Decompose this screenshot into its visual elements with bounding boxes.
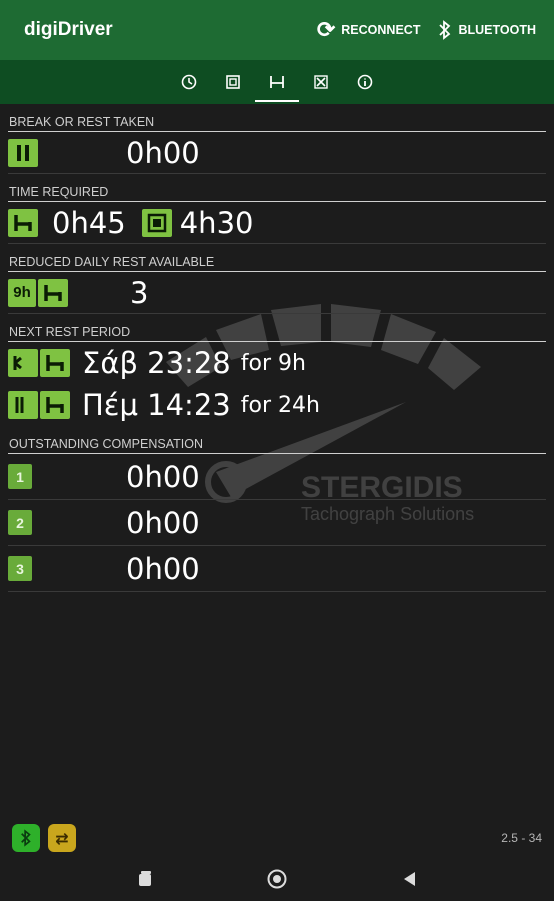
next-rest-duration: for 9h [240, 350, 306, 376]
rest-symbol-icon [40, 349, 70, 377]
bluetooth-button[interactable]: BLUETOOTH [438, 20, 536, 40]
next-rest-duration: for 24h [240, 392, 320, 418]
tab-rest[interactable] [255, 60, 299, 104]
rest-content: BREAK OR REST TAKEN 0h00 TIME REQUIRED 0… [8, 104, 546, 592]
app-bar: digiDriver ⟳ RECONNECT BLUETOOTH [0, 0, 554, 60]
work-icon [226, 75, 240, 89]
break-value: 0h00 [126, 135, 200, 170]
refresh-icon: ⟳ [316, 17, 336, 42]
rest-symbol-icon [40, 391, 70, 419]
recents-icon [139, 870, 151, 886]
bluetooth-icon [21, 829, 31, 847]
home-button[interactable] [267, 869, 287, 889]
compensation-number-badge: 2 [8, 510, 32, 535]
break-icon [8, 138, 38, 167]
footer-status: ⇄ [12, 824, 76, 852]
sync-status-button[interactable]: ⇄ [48, 824, 76, 852]
rest-required-value: 0h45 [52, 205, 126, 240]
recents-button[interactable] [135, 869, 155, 889]
app-version: 2.5 - 34 [501, 831, 542, 845]
app-title: digiDriver [24, 19, 113, 40]
compensation-value: 0h00 [126, 551, 200, 586]
tab-work[interactable] [218, 60, 248, 104]
system-nav-bar [0, 856, 554, 901]
section-title-required: TIME REQUIRED [8, 174, 546, 202]
compensation-value: 0h00 [126, 459, 200, 494]
bluetooth-icon [439, 20, 451, 40]
bluetooth-status-button[interactable] [12, 824, 40, 852]
compensation-row: 2 0h00 [8, 500, 546, 546]
daily-rest-icon [8, 349, 38, 377]
tab-info[interactable] [350, 60, 380, 104]
section-title-reduced: REDUCED DAILY REST AVAILABLE [8, 244, 546, 272]
next-rest-row: Σάβ 23:28 for 9h [8, 342, 546, 384]
clock-icon [181, 74, 197, 90]
tab-clock[interactable] [174, 60, 204, 104]
work-symbol-icon [141, 208, 172, 237]
bluetooth-label: BLUETOOTH [458, 23, 536, 37]
reconnect-button[interactable]: ⟳ RECONNECT [317, 19, 421, 41]
break-row: 0h00 [8, 132, 546, 174]
tab-bar [0, 60, 554, 104]
time-required-row: 0h45 4h30 [8, 202, 546, 244]
work-required-value: 4h30 [179, 205, 254, 240]
next-rest-daytime: Πέμ 14:23 [82, 388, 231, 422]
compensation-row: 1 0h00 [8, 454, 546, 500]
section-title-break: BREAK OR REST TAKEN [8, 104, 546, 132]
home-icon [267, 869, 287, 888]
next-rest-daytime: Σάβ 23:28 [82, 346, 231, 380]
rest-symbol-icon [8, 208, 38, 237]
compensation-number-badge: 3 [8, 556, 32, 581]
weekly-rest-icon [8, 391, 38, 419]
reconnect-label: RECONNECT [341, 23, 421, 37]
reduced-rest-count: 3 [130, 275, 149, 310]
reduced-rest-row: 9h 3 [8, 272, 546, 314]
tab-tools[interactable] [306, 60, 336, 104]
back-icon [404, 871, 415, 886]
nine-hour-badge: 9h [8, 278, 36, 307]
section-title-compensation: OUTSTANDING COMPENSATION [8, 426, 546, 454]
tools-icon [314, 75, 328, 89]
compensation-row: 3 0h00 [8, 546, 546, 592]
next-rest-row: Πέμ 14:23 for 24h [8, 384, 546, 426]
info-icon [357, 74, 373, 90]
rest-symbol-icon [38, 278, 68, 307]
rest-bed-icon [270, 76, 284, 88]
swap-icon: ⇄ [55, 828, 69, 848]
compensation-value: 0h00 [126, 505, 200, 540]
back-button[interactable] [399, 869, 419, 889]
compensation-number-badge: 1 [8, 464, 32, 489]
section-title-next-rest: NEXT REST PERIOD [8, 314, 546, 342]
